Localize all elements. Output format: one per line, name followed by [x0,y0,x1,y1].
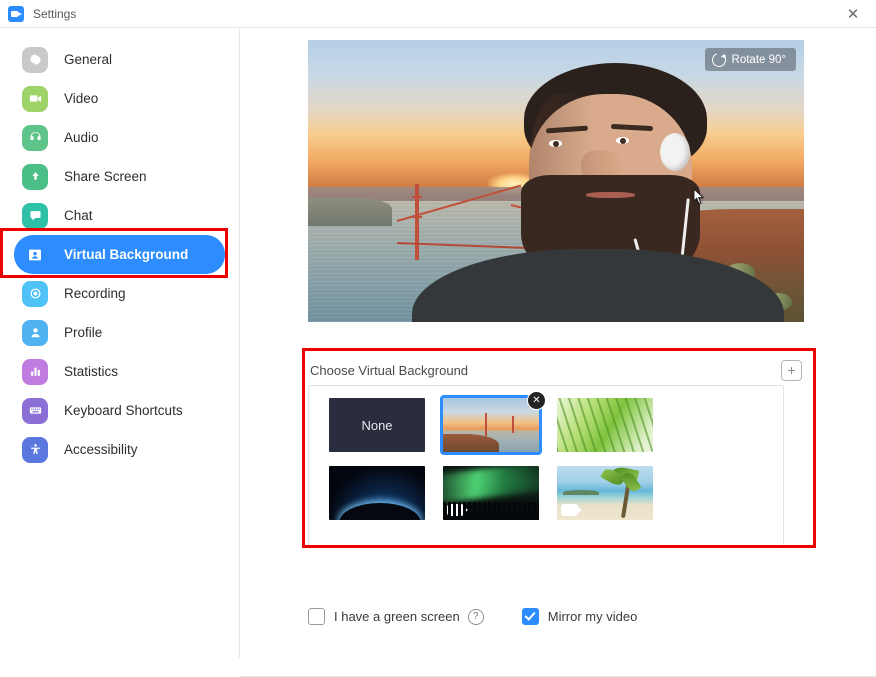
virtual-background-grid: None ✕ [308,385,784,547]
mouse-pointer-icon [693,188,705,205]
person-foreground [412,62,785,322]
sidebar-item-chat[interactable]: Chat [14,196,225,235]
mirror-video-checkbox[interactable] [521,608,539,625]
bar-chart-icon [22,358,48,385]
zoom-camera-icon [8,5,24,22]
sidebar-item-profile[interactable]: Profile [14,313,225,352]
plus-icon[interactable]: + [781,359,802,381]
video-preview: Rotate 90° [308,40,804,322]
mirror-video-label: Mirror my video [547,609,638,624]
sidebar-item-virtual-background[interactable]: Virtual Background [14,235,225,274]
vb-thumbnail-image [443,398,539,452]
sidebar-item-accessibility[interactable]: Accessibility [14,430,225,469]
vb-thumbnail-aurora[interactable] [443,466,539,520]
title-bar: Settings ✕ [0,0,876,28]
choose-virtual-background-panel: Choose Virtual Background + None ✕ [308,355,804,547]
vb-thumbnail-beach[interactable] [557,466,653,520]
window-title: Settings [33,6,77,21]
rotate-90-button[interactable]: Rotate 90° [704,48,796,71]
bridge-tower-near [411,183,422,260]
green-screen-label: I have a green screen [334,609,460,624]
mirror-video-option[interactable]: Mirror my video [521,608,638,625]
sidebar-item-label: Statistics [64,364,119,379]
thumb-palm-leaf [621,470,642,494]
vb-thumbnail-earth[interactable] [329,466,425,520]
person-lip [585,192,636,199]
preview-cliff [308,197,393,227]
sidebar-item-label: Chat [64,208,93,223]
thumb-bridge-rock [443,433,499,452]
vb-panel-header: Choose Virtual Background + [308,355,804,385]
thumb-bridge-tower [485,413,488,436]
sidebar-item-general[interactable]: General [14,40,225,79]
upload-icon [22,163,48,190]
video-badge-icon [447,504,468,516]
record-icon [22,280,48,307]
green-screen-checkbox[interactable] [308,608,325,625]
sidebar-item-recording[interactable]: Recording [14,274,225,313]
person-headphone [660,133,691,172]
sidebar-item-label: Keyboard Shortcuts [64,403,183,418]
sidebar-item-label: Virtual Background [64,247,189,262]
person-card-icon [22,241,48,268]
settings-content: Rotate 90° Choose Virtual Background + N… [240,28,876,677]
sidebar-item-audio[interactable]: Audio [14,118,225,157]
vb-thumbnail-bridge[interactable]: ✕ [440,391,546,455]
rotate-button-label: Rotate 90° [731,53,786,66]
vb-thumbnail-remove-button[interactable]: ✕ [527,391,546,410]
sidebar-item-label: Audio [64,130,99,145]
thumb-bridge-tower [512,416,515,433]
sidebar-item-video[interactable]: Video [14,79,225,118]
sidebar-item-label: Recording [64,286,126,301]
camera-icon [22,85,48,112]
green-screen-option[interactable]: I have a green screen ? [308,608,484,625]
keyboard-icon [22,397,48,424]
headset-icon [22,124,48,151]
chat-icon [22,202,48,229]
video-badge-icon [561,504,582,516]
sidebar-item-label: Profile [64,325,103,340]
rotate-icon [709,50,728,69]
sidebar-item-share-screen[interactable]: Share Screen [14,157,225,196]
sidebar-item-label: Share Screen [64,169,147,184]
sidebar-item-label: General [64,52,113,67]
vb-thumbnail-none[interactable]: None [329,398,425,452]
thumb-beach-islet [562,489,600,496]
sidebar-item-label: Video [64,91,99,106]
close-icon[interactable]: ✕ [830,0,876,27]
person-eye [548,140,562,148]
video-options-row: I have a green screen ? Mirror my video [308,608,808,625]
person-eye [615,137,629,145]
vb-thumbnail-label: None [361,417,393,433]
vb-section-title: Choose Virtual Background [310,362,469,378]
question-mark-icon[interactable]: ? [467,608,484,625]
vb-thumbnail-grass[interactable] [557,398,653,452]
settings-sidebar: General Video Audio Share Screen Chat Vi… [0,28,240,658]
gear-icon [22,46,48,73]
sidebar-item-keyboard-shortcuts[interactable]: Keyboard Shortcuts [14,391,225,430]
user-icon [22,319,48,346]
sidebar-item-statistics[interactable]: Statistics [14,352,225,391]
sidebar-item-label: Accessibility [64,442,138,457]
accessibility-icon [22,436,48,463]
